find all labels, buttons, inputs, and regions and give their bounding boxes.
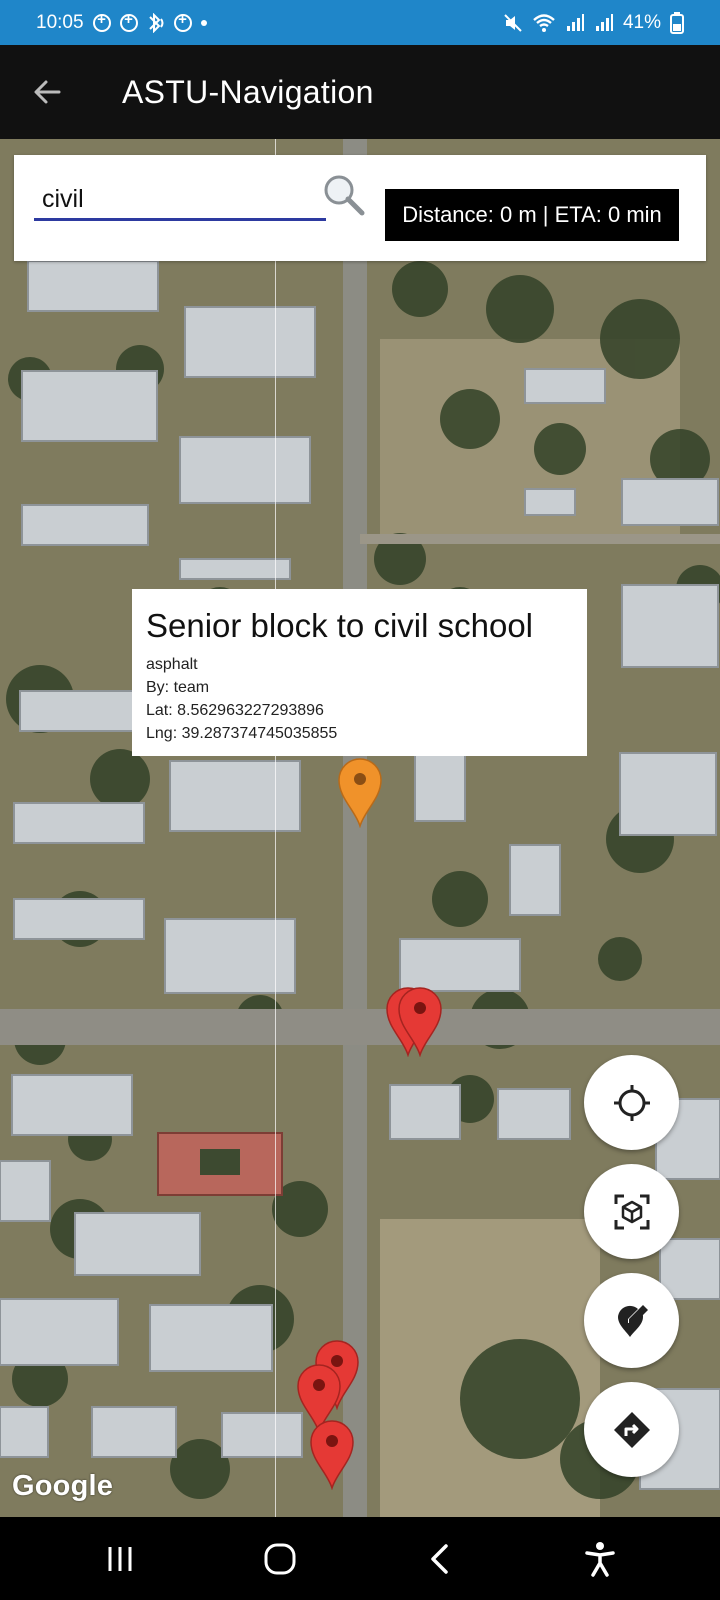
marker-info-window[interactable]: Senior block to civil school asphalt By:… [132,589,587,756]
info-surface: asphalt [146,656,198,673]
my-location-button[interactable] [584,1055,679,1150]
search-input[interactable] [34,181,326,221]
back-icon [431,1543,448,1574]
system-nav-bar [0,1517,720,1600]
info-longitude: Lng: 39.287374745035855 [146,725,338,742]
magnifier-icon [324,175,365,216]
accessibility-button[interactable] [560,1529,640,1589]
notification-icon [119,11,138,32]
crosshair-icon [613,1084,650,1121]
map-marker-selected[interactable] [337,756,383,829]
directions-icon [613,1411,650,1448]
battery-icon [670,11,684,34]
bluetooth-audio-icon [147,12,165,33]
info-author: By: team [146,679,210,696]
map-gridline [275,139,276,1517]
ar-view-button[interactable] [584,1164,679,1259]
search-button[interactable] [320,171,368,219]
pin-edit-icon [617,1304,648,1337]
info-latitude: Lat: 8.562963227293896 [146,702,324,719]
battery-percent: 41% [622,11,661,33]
map-marker[interactable] [397,985,443,1058]
pin-icon [338,758,382,829]
mute-icon [503,13,523,33]
distance-eta-label: Distance: 0 m | ETA: 0 min [385,189,679,241]
add-place-button[interactable] [584,1273,679,1368]
accessibility-icon [585,1541,615,1577]
search-panel: Distance: 0 m | ETA: 0 min [14,155,706,261]
wifi-icon [532,13,556,33]
arrow-left-icon [34,80,61,104]
home-button[interactable] [240,1529,320,1589]
google-attribution: Google [12,1470,114,1502]
status-bar: 10:05 41% [0,0,720,45]
status-left: 10:05 [36,11,207,34]
directions-button[interactable] [584,1382,679,1477]
home-icon [264,1543,296,1574]
pin-icon [398,987,442,1058]
status-time: 10:05 [36,11,84,33]
status-right: 41% [503,11,684,34]
map-marker[interactable] [309,1418,355,1491]
signal-icon [594,13,614,33]
cube-scan-icon [614,1194,649,1229]
recents-button[interactable] [80,1529,160,1589]
page-title: ASTU-Navigation [122,73,374,110]
notification-icon [173,11,192,32]
pin-icon [310,1420,354,1491]
nav-back-button[interactable] [400,1529,480,1589]
back-button[interactable] [0,45,94,139]
app-bar: ASTU-Navigation [0,45,720,139]
info-title: Senior block to civil school [146,607,534,644]
dot-icon [200,19,207,26]
recents-icon [108,1546,132,1571]
signal-icon [565,13,585,33]
notification-icon [92,11,111,32]
